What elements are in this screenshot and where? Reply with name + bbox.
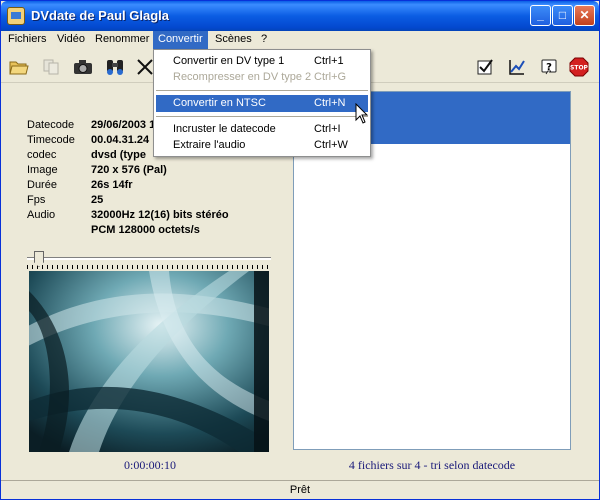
copy-icon[interactable]: [41, 57, 61, 77]
svg-text:?: ?: [546, 62, 552, 73]
position-slider[interactable]: [27, 251, 271, 271]
audio-value-2: PCM 128000 octets/s: [91, 224, 200, 236]
svg-text:STOP: STOP: [570, 65, 589, 72]
close-button[interactable]: ✕: [574, 5, 595, 26]
playback-timecode: 0:00:00:10: [123, 458, 176, 472]
menu-scenes[interactable]: Scènes: [210, 31, 257, 50]
datecode-label: Datecode: [27, 119, 75, 131]
menu-item-label: Extraire l'audio: [173, 139, 246, 151]
camera-icon[interactable]: [73, 57, 93, 77]
menu-fichiers[interactable]: Fichiers: [3, 31, 52, 50]
convertir-dropdown: Convertir en DV type 1 Ctrl+1 Recompresse…: [153, 49, 371, 157]
fps-label: Fps: [27, 194, 46, 206]
menu-item-label: Convertir en NTSC: [173, 97, 266, 109]
menu-renommer[interactable]: Renommer: [90, 31, 154, 50]
menu-convertir-dv1[interactable]: Convertir en DV type 1 Ctrl+1: [156, 53, 368, 70]
binoculars-icon[interactable]: [105, 57, 125, 77]
image-label: Image: [27, 164, 58, 176]
menu-item-shortcut: Ctrl+G: [314, 71, 347, 83]
menu-separator: [156, 116, 368, 117]
menu-bar: Fichiers Vidéo Renommer Convertir Scènes…: [1, 31, 599, 50]
app-window: DVdate de Paul Glagla _ □ ✕ Fichiers Vid…: [0, 0, 600, 500]
graph-icon[interactable]: [507, 57, 527, 77]
menu-item-shortcut: Ctrl+W: [314, 139, 348, 151]
menu-video[interactable]: Vidéo: [52, 31, 90, 50]
slider-track: [27, 257, 271, 260]
menu-separator: [156, 90, 368, 91]
video-frame: [29, 271, 269, 452]
maximize-button[interactable]: □: [552, 5, 573, 26]
codec-value: dvsd (type: [91, 149, 147, 161]
title-bar[interactable]: DVdate de Paul Glagla _ □ ✕: [1, 1, 599, 31]
codec-label: codec: [27, 149, 57, 161]
audio-value: 32000Hz 12(16) bits stéréo: [91, 209, 229, 221]
file-count-status: 4 fichiers sur 4 - tri selon datecode: [348, 458, 516, 472]
menu-item-shortcut: Ctrl+N: [314, 97, 346, 109]
menu-recompresser-dv2: Recompresser en DV type 2 Ctrl+G: [156, 69, 368, 86]
duree-row: Durée 26s 14fr: [27, 178, 287, 193]
menu-convertir[interactable]: Convertir: [153, 31, 208, 50]
menu-item-label: Recompresser en DV type 2: [173, 71, 312, 83]
menu-extraire-audio[interactable]: Extraire l'audio Ctrl+W: [156, 137, 368, 154]
image-value: 720 x 576 (Pal): [91, 164, 167, 176]
timecode-value: 00.04.31.24: [91, 134, 150, 146]
open-folder-icon[interactable]: [9, 57, 29, 77]
status-bar: Prêt: [1, 480, 599, 499]
check-icon[interactable]: [475, 57, 495, 77]
slider-ticks: [27, 265, 271, 269]
timecode-label: Timecode: [27, 134, 75, 146]
menu-item-shortcut: Ctrl+1: [314, 55, 344, 67]
app-icon: [7, 7, 25, 25]
cut-icon[interactable]: [135, 57, 155, 77]
menu-incruster-datecode[interactable]: Incruster le datecode Ctrl+I: [156, 121, 368, 138]
duree-value: 26s 14fr: [91, 179, 133, 191]
video-preview: [29, 271, 269, 452]
fps-value: 25: [91, 194, 104, 206]
image-row: Image 720 x 576 (Pal): [27, 163, 287, 178]
menu-convertir-ntsc[interactable]: Convertir en NTSC Ctrl+N: [156, 95, 368, 112]
mouse-cursor-icon: [355, 102, 369, 125]
window-title: DVdate de Paul Glagla: [31, 8, 169, 23]
fps-row: Fps 25: [27, 193, 287, 208]
audio-row: Audio 32000Hz 12(16) bits stéréo: [27, 208, 287, 223]
help-icon[interactable]: ?: [539, 57, 559, 77]
menu-item-label: Incruster le datecode: [173, 123, 276, 135]
stop-icon[interactable]: STOP: [569, 57, 589, 77]
menu-item-label: Convertir en DV type 1: [173, 55, 285, 67]
menu-help[interactable]: ?: [256, 31, 272, 50]
menu-item-shortcut: Ctrl+I: [314, 123, 341, 135]
datecode-value: 29/06/2003 1: [91, 119, 156, 131]
audio-label: Audio: [27, 209, 56, 221]
minimize-button[interactable]: _: [530, 5, 551, 26]
duree-label: Durée: [27, 179, 57, 191]
